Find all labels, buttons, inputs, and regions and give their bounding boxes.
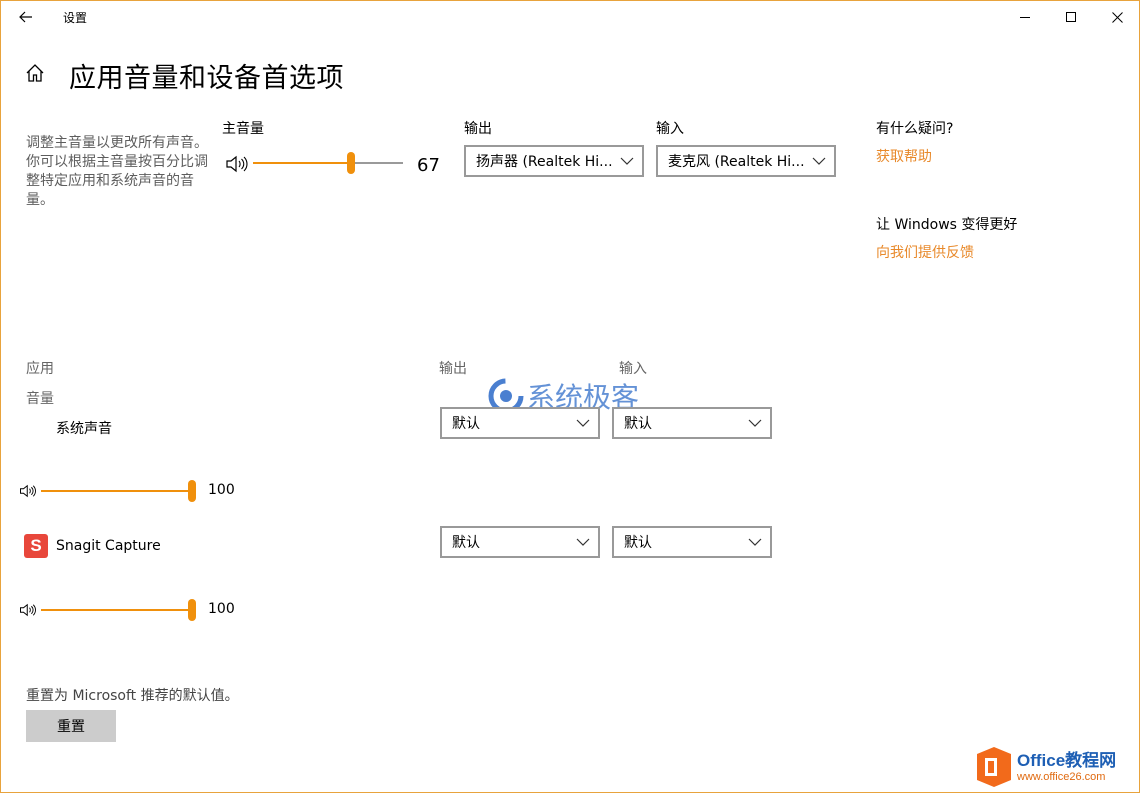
dropdown-value: 默认 — [624, 535, 652, 551]
home-icon — [26, 64, 44, 82]
brand-url: www.office26.com — [1017, 771, 1106, 783]
close-icon — [1111, 11, 1123, 23]
snagit-app-icon: S — [24, 534, 48, 558]
app-output-dropdown[interactable]: 默认 — [440, 526, 600, 558]
minimize-button[interactable] — [1002, 1, 1048, 33]
chevron-down-icon — [748, 538, 762, 546]
settings-window: 设置 应用音量和设备首选项 调整主音量以更改所有声音。你可以根据主音量按百分比调… — [0, 0, 1140, 793]
system-sounds-speaker-button[interactable] — [19, 483, 37, 502]
improve-windows-heading: 让 Windows 变得更好 — [876, 217, 1018, 233]
chevron-down-icon — [748, 419, 762, 427]
slider-thumb[interactable] — [188, 480, 196, 502]
master-speaker-icon-button[interactable] — [225, 155, 249, 177]
slider-track-filled — [41, 609, 191, 611]
master-description: 调整主音量以更改所有声音。你可以根据主音量按百分比调整特定应用和系统声音的音量。 — [26, 135, 208, 208]
speaker-icon — [226, 155, 248, 173]
app-name: Snagit Capture — [56, 538, 161, 554]
master-input-dropdown[interactable]: 麦克风 (Realtek Hi... — [656, 145, 836, 177]
master-output-dropdown[interactable]: 扬声器 (Realtek Hi... — [464, 145, 644, 177]
master-output-label: 输出 — [464, 121, 492, 137]
dropdown-value: 默认 — [624, 416, 652, 432]
close-button[interactable] — [1094, 1, 1140, 33]
office26-watermark: Office教程网 www.office26.com — [975, 744, 1135, 790]
brand-name: Office教程网 — [1017, 751, 1117, 770]
back-arrow-icon — [19, 11, 32, 23]
reset-button[interactable]: 重置 — [26, 710, 116, 742]
dropdown-value: 默认 — [452, 416, 480, 432]
column-app-header: 应用 — [26, 361, 54, 377]
system-sounds-volume-slider[interactable] — [41, 479, 197, 503]
snagit-speaker-button[interactable] — [19, 602, 37, 621]
chevron-down-icon — [812, 157, 826, 165]
feedback-link[interactable]: 向我们提供反馈 — [876, 242, 974, 262]
chevron-down-icon — [576, 419, 590, 427]
reset-description: 重置为 Microsoft 推荐的默认值。 — [26, 688, 239, 704]
app-input-dropdown[interactable]: 默认 — [612, 407, 772, 439]
minimize-icon — [1020, 17, 1030, 18]
column-input-header: 输入 — [619, 361, 647, 377]
master-input-label: 输入 — [656, 121, 684, 137]
back-button[interactable] — [11, 3, 41, 31]
speaker-icon — [20, 603, 36, 617]
maximize-button[interactable] — [1048, 1, 1094, 33]
get-help-link[interactable]: 获取帮助 — [876, 146, 932, 166]
chevron-down-icon — [620, 157, 634, 165]
column-volume-header: 音量 — [26, 391, 54, 407]
app-output-dropdown[interactable]: 默认 — [440, 407, 600, 439]
dropdown-value: 麦克风 (Realtek Hi... — [668, 154, 805, 170]
office-logo-icon — [977, 747, 1011, 787]
column-output-header: 输出 — [439, 361, 467, 377]
slider-track-filled — [253, 162, 351, 164]
snagit-icon-letter: S — [30, 536, 42, 555]
dropdown-value: 默认 — [452, 535, 480, 551]
app-row-system-sounds: 系统声音 默认 默认 — [1, 407, 801, 621]
master-volume-label: 主音量 — [222, 121, 264, 137]
snagit-volume-slider[interactable] — [41, 598, 197, 622]
snagit-volume-value: 100 — [208, 601, 235, 617]
system-sounds-volume-value: 100 — [208, 482, 235, 498]
dropdown-value: 扬声器 (Realtek Hi... — [476, 154, 613, 170]
master-volume-value: 67 — [417, 155, 440, 176]
speaker-icon — [20, 484, 36, 498]
slider-track-empty — [351, 162, 403, 164]
slider-track-filled — [41, 490, 191, 492]
page-title: 应用音量和设备首选项 — [69, 63, 344, 94]
slider-thumb[interactable] — [347, 152, 355, 174]
home-button[interactable] — [25, 63, 47, 85]
master-volume-slider[interactable] — [253, 151, 403, 175]
help-question: 有什么疑问? — [876, 121, 954, 137]
app-input-dropdown[interactable]: 默认 — [612, 526, 772, 558]
maximize-icon — [1066, 12, 1076, 22]
chevron-down-icon — [576, 538, 590, 546]
window-title: 设置 — [63, 11, 88, 25]
slider-thumb[interactable] — [188, 599, 196, 621]
app-name: 系统声音 — [56, 421, 112, 437]
